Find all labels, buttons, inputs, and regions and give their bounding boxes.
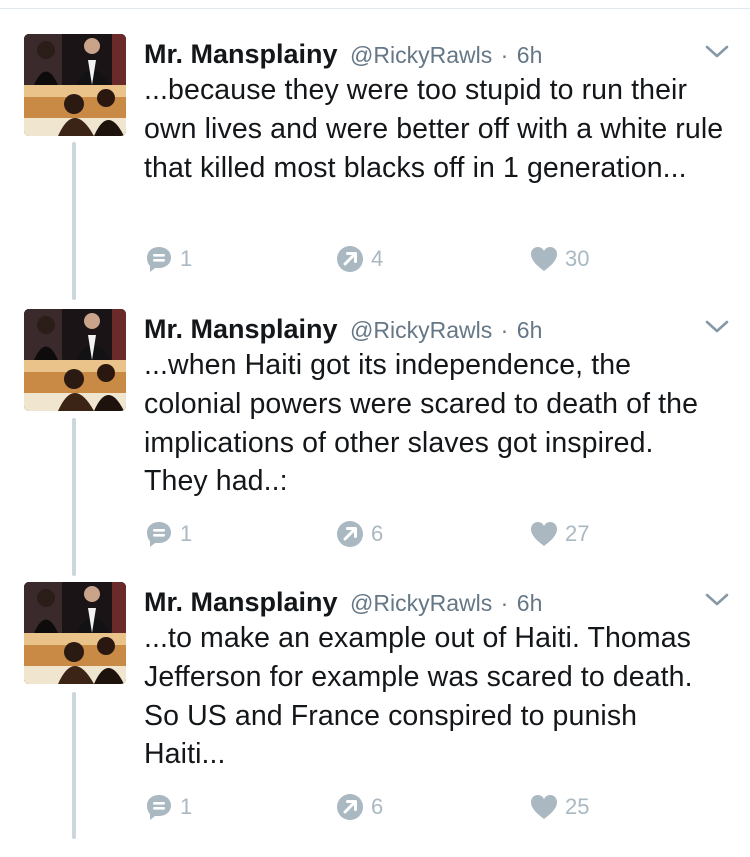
retweet-button[interactable]: 6 — [336, 792, 383, 822]
avatar[interactable] — [24, 34, 126, 136]
retweet-count: 6 — [371, 521, 384, 546]
reply-icon — [147, 247, 171, 272]
separator: · — [500, 317, 509, 343]
retweet-button[interactable]: 6 — [336, 519, 383, 549]
heart-icon — [531, 795, 557, 819]
tweet-header: Mr. Mansplainy @RickyRawls · 6h — [144, 37, 684, 71]
retweet-button[interactable]: 4 — [336, 244, 383, 274]
handle[interactable]: @RickyRawls — [350, 42, 492, 68]
reply-count: 1 — [180, 246, 193, 271]
tweet[interactable]: Mr. Mansplainy @RickyRawls · 6h ...when … — [0, 309, 750, 584]
retweet-icon — [337, 521, 363, 547]
retweet-count: 4 — [371, 246, 384, 271]
chevron-down-icon[interactable] — [704, 319, 730, 335]
tweet-header: Mr. Mansplainy @RickyRawls · 6h — [144, 585, 684, 619]
like-button[interactable]: 25 — [530, 792, 589, 822]
like-button[interactable]: 30 — [530, 244, 589, 274]
like-button[interactable]: 27 — [530, 519, 589, 549]
retweet-icon — [337, 794, 363, 820]
top-divider — [0, 8, 750, 9]
tweet-text: ...when Haiti got its independence, the … — [144, 349, 699, 498]
timestamp[interactable]: 6h — [517, 42, 543, 68]
separator: · — [500, 42, 509, 68]
retweet-count: 6 — [371, 794, 384, 819]
tweet[interactable]: Mr. Mansplainy @RickyRawls · 6h ...becau… — [0, 34, 750, 309]
reply-count: 1 — [180, 521, 193, 546]
like-count: 27 — [565, 521, 590, 546]
reply-icon — [147, 795, 171, 820]
reply-button[interactable]: 1 — [145, 792, 192, 822]
like-count: 30 — [565, 246, 590, 271]
chevron-down-icon[interactable] — [704, 44, 730, 60]
display-name[interactable]: Mr. Mansplainy — [144, 314, 338, 344]
handle[interactable]: @RickyRawls — [350, 317, 492, 343]
tweet-header: Mr. Mansplainy @RickyRawls · 6h — [144, 312, 684, 346]
like-count: 25 — [565, 794, 590, 819]
display-name[interactable]: Mr. Mansplainy — [144, 587, 338, 617]
chevron-down-icon[interactable] — [704, 592, 730, 608]
timestamp[interactable]: 6h — [517, 317, 543, 343]
display-name[interactable]: Mr. Mansplainy — [144, 39, 338, 69]
reply-button[interactable]: 1 — [145, 244, 192, 274]
avatar[interactable] — [24, 582, 126, 684]
handle[interactable]: @RickyRawls — [350, 590, 492, 616]
tweet-text: ...because they were too stupid to run t… — [144, 74, 724, 184]
separator: · — [500, 590, 509, 616]
reply-icon — [147, 522, 171, 547]
reply-button[interactable]: 1 — [145, 519, 192, 549]
heart-icon — [531, 247, 557, 271]
reply-count: 1 — [180, 794, 193, 819]
tweet-text: ...to make an example out of Haiti. Thom… — [144, 622, 693, 771]
retweet-icon — [337, 246, 363, 272]
tweet[interactable]: Mr. Mansplainy @RickyRawls · 6h ...to ma… — [0, 582, 750, 857]
heart-icon — [531, 522, 557, 546]
avatar[interactable] — [24, 309, 126, 411]
timestamp[interactable]: 6h — [517, 590, 543, 616]
